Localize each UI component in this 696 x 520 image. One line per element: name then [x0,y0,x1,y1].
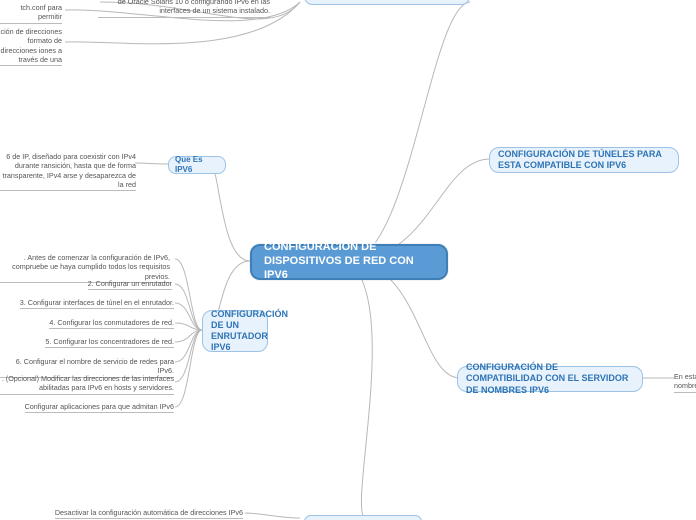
leaf-top-a: de Oracle Solaris 10 o configurando IPv6… [98,0,270,18]
branch-top-right[interactable] [304,0,470,5]
center-topic[interactable]: CONFIGURACIÓN DE DISPOSITIVOS DE RED CON… [250,244,448,280]
leaf-compat-right: En esta nombre [674,372,696,393]
leaf-r4: 4. Configurar los conmutadores de red. [0,318,174,329]
leaf-r2-text: 2. Configurar un enrutador [88,279,172,290]
branch-enrutador[interactable]: CONFIGURACIÓN DE UN ENRUTADOR IPV6 [202,310,268,352]
leaf-top-c: ción de direcciones formato de direccion… [0,27,62,66]
leaf-bottom: Desactivar la configuración automática d… [48,508,243,519]
branch-tuneles[interactable]: CONFIGURACIÓN DE TÚNELES PARA ESTA COMPA… [489,147,679,173]
leaf-r8-text: Configurar aplicaciones para que admitan… [25,402,174,413]
leaf-r5-text: 5. Configurar los concentradores de red. [45,337,174,348]
leaf-top-c-text: ción de direcciones formato de direccion… [0,27,62,66]
leaf-r7: . (Opcional) Modificar las direcciones d… [0,374,174,395]
leaf-que-es-desc: 6 de IP, diseñado para coexistir con IPv… [0,152,136,191]
branch-que-es-label: Que Es IPV6 [175,155,219,175]
branch-tuneles-label: CONFIGURACIÓN DE TÚNELES PARA ESTA COMPA… [498,149,670,172]
branch-enrutador-label: CONFIGURACIÓN DE UN ENRUTADOR IPV6 [211,309,288,354]
leaf-top-a-text: de Oracle Solaris 10 o configurando IPv6… [98,0,270,18]
leaf-r4-text: 4. Configurar los conmutadores de red. [49,318,174,329]
branch-que-es[interactable]: Que Es IPV6 [168,156,226,174]
leaf-compat-right-text: En esta nombre [674,372,696,393]
leaf-r8: Configurar aplicaciones para que admitan… [0,402,174,413]
leaf-r3-text: 3. Configurar interfaces de túnel en el … [20,298,174,309]
leaf-r7-text: . (Opcional) Modificar las direcciones d… [0,374,174,395]
leaf-r5: 5. Configurar los concentradores de red. [0,337,174,348]
leaf-top-b: tch.conf para permitir [0,3,62,24]
branch-bottom[interactable] [304,515,422,520]
leaf-r2: 2. Configurar un enrutador [0,279,172,290]
center-title: CONFIGURACIÓN DE DISPOSITIVOS DE RED CON… [264,241,434,282]
leaf-que-es-desc-text: 6 de IP, diseñado para coexistir con IPv… [0,152,136,191]
leaf-r3: 3. Configurar interfaces de túnel en el … [0,298,174,309]
branch-compat[interactable]: CONFIGURACIÓN DE COMPATIBILIDAD CON EL S… [457,366,643,392]
branch-compat-label: CONFIGURACIÓN DE COMPATIBILIDAD CON EL S… [466,362,634,396]
leaf-bottom-text: Desactivar la configuración automática d… [55,508,243,519]
leaf-top-b-text: tch.conf para permitir [0,3,62,24]
